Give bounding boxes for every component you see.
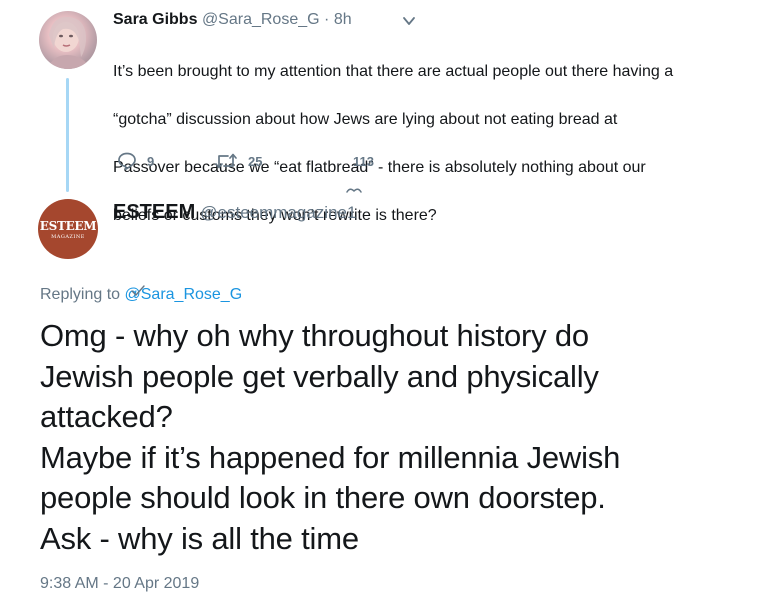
tweet-text-line: “gotcha” discussion about how Jews are l… xyxy=(113,111,618,128)
thread-connector xyxy=(66,78,69,192)
tweet-text-line: attacked? xyxy=(40,399,173,434)
avatar-photo xyxy=(47,16,91,69)
avatar[interactable]: ESTEEM MAGAZINE xyxy=(38,199,98,259)
tweet-text-line: Jewish people get verbally and physicall… xyxy=(40,358,599,394)
chevron-down-icon[interactable] xyxy=(402,14,416,28)
avatar-logo-text: ESTEEM xyxy=(39,219,97,233)
replying-to-label: Replying to xyxy=(40,286,121,303)
avatar[interactable] xyxy=(39,11,97,69)
author-handle[interactable]: @Sara_Rose_G xyxy=(202,11,320,28)
tweet-timestamp[interactable]: 9:38 AM - 20 Apr 2019 xyxy=(40,573,199,595)
heart-icon[interactable] xyxy=(345,180,363,193)
author-handle[interactable]: @esteemmagazine1 xyxy=(200,203,356,222)
author-name[interactable]: Sara Gibbs xyxy=(113,11,197,28)
tweet-text-line: people should look in there own doorstep… xyxy=(40,480,606,515)
avatar-logo-subtext: MAGAZINE xyxy=(51,234,85,240)
tweet-text-line: Passover because we “eat flatbread” - th… xyxy=(113,159,646,176)
tweet-header: Sara Gibbs @Sara_Rose_G · 8h xyxy=(113,9,352,31)
retweet-button[interactable]: 25 xyxy=(214,150,262,172)
like-button[interactable]: 113 xyxy=(353,150,374,172)
parent-tweet: Sara Gibbs @Sara_Rose_G · 8h It’s been b… xyxy=(0,0,768,224)
author-name[interactable]: ESTEEM xyxy=(113,201,195,223)
reply-icon xyxy=(117,151,137,171)
tweet-text: Omg - why oh why throughout history do J… xyxy=(40,316,760,559)
tweet-time[interactable]: 8h xyxy=(334,11,352,28)
checkmark-icon xyxy=(130,284,146,298)
tweet-header: ESTEEM @esteemmagazine1 xyxy=(113,199,356,226)
retweet-icon xyxy=(214,151,238,171)
like-count: 113 xyxy=(353,153,374,169)
tweet-text-line: Omg - why oh why throughout history do xyxy=(40,318,589,353)
reply-count: 9 xyxy=(147,153,155,169)
tweet-text-line: Ask - why is all the time xyxy=(40,520,359,556)
tweet-text-line: Maybe if it’s happened for millennia Jew… xyxy=(40,439,621,475)
separator: · xyxy=(324,11,330,28)
retweet-count: 25 xyxy=(248,153,263,169)
tweet-text-line: It’s been brought to my attention that t… xyxy=(113,63,674,80)
reply-button[interactable]: 9 xyxy=(117,150,154,172)
